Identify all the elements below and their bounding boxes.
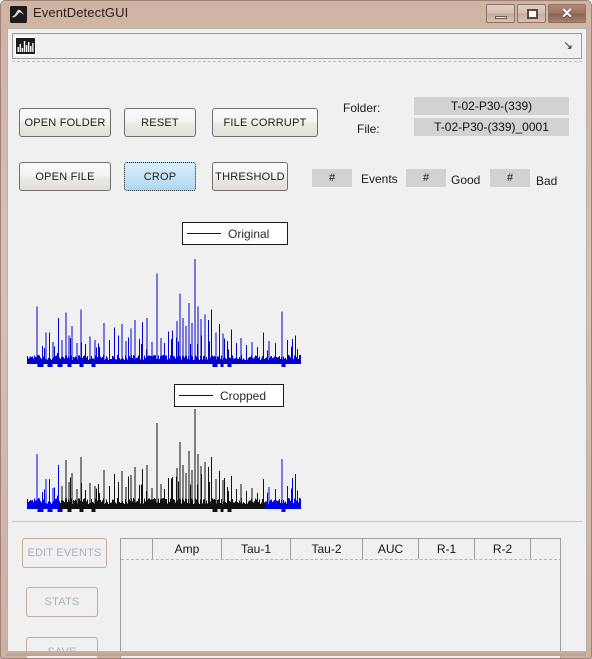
folder-label: Folder: bbox=[343, 101, 381, 115]
folder-value: T-02-P30-(339) bbox=[414, 97, 569, 115]
maximize-icon bbox=[527, 9, 538, 19]
table-column-header-blank[interactable] bbox=[121, 539, 153, 559]
original-legend-label: Original bbox=[228, 226, 270, 241]
table-column-header-tau-1[interactable]: Tau-1 bbox=[222, 539, 291, 559]
good-count-label: Good bbox=[451, 173, 481, 187]
table-header-row: Amp Tau-1 Tau-2 AUC R-1 R-2 bbox=[121, 539, 560, 560]
bad-count-label: Bad bbox=[536, 174, 558, 188]
crop-button[interactable]: CROP bbox=[124, 162, 196, 191]
table-column-header-amp[interactable]: Amp bbox=[153, 539, 222, 559]
original-legend-swatch bbox=[187, 233, 221, 234]
close-button[interactable]: ✕ bbox=[548, 4, 586, 23]
table-body[interactable] bbox=[121, 560, 560, 658]
bad-count-value: # bbox=[490, 169, 530, 187]
file-label: File: bbox=[357, 122, 380, 136]
minimize-button[interactable] bbox=[486, 4, 515, 23]
file-value: T-02-P30-(339)_0001 bbox=[414, 118, 569, 136]
cropped-legend: Cropped bbox=[174, 384, 284, 407]
close-icon: ✕ bbox=[561, 5, 573, 21]
events-table[interactable]: Amp Tau-1 Tau-2 AUC R-1 R-2 bbox=[120, 538, 561, 658]
events-count-label: Events bbox=[361, 172, 398, 186]
stats-button[interactable]: STATS bbox=[26, 587, 98, 617]
toolbar-overflow-icon[interactable]: ↘ bbox=[561, 38, 575, 52]
table-column-header-tau-2[interactable]: Tau-2 bbox=[291, 539, 363, 559]
table-column-header-r-1[interactable]: R-1 bbox=[419, 539, 475, 559]
original-legend: Original bbox=[182, 222, 288, 245]
events-count-value: # bbox=[312, 169, 352, 187]
threshold-button[interactable]: THRESHOLD bbox=[212, 162, 288, 191]
good-count-value: # bbox=[406, 169, 446, 187]
table-column-header-r-2[interactable]: R-2 bbox=[475, 539, 531, 559]
toolbar: ↘ bbox=[12, 33, 582, 59]
title-bar: EventDetectGUI ✕ bbox=[1, 1, 591, 28]
minimize-icon bbox=[495, 16, 507, 19]
histogram-icon[interactable] bbox=[15, 36, 36, 56]
table-column-header-blank[interactable] bbox=[531, 539, 560, 559]
client-area: ↘ OPEN FOLDER RESET FILE CORRUPT Folder:… bbox=[7, 28, 587, 658]
cropped-legend-swatch bbox=[179, 395, 213, 396]
table-column-header-auc[interactable]: AUC bbox=[363, 539, 419, 559]
open-folder-button[interactable]: OPEN FOLDER bbox=[19, 108, 111, 137]
file-corrupt-button[interactable]: FILE CORRUPT bbox=[212, 108, 318, 137]
window-title: EventDetectGUI bbox=[33, 5, 129, 20]
toolbar-separator bbox=[12, 61, 582, 62]
edit-events-button[interactable]: EDIT EVENTS bbox=[22, 538, 107, 568]
application-window: EventDetectGUI ✕ ↘ OPEN FOLDER RESET FIL… bbox=[0, 0, 592, 659]
cropped-legend-label: Cropped bbox=[220, 388, 267, 403]
matlab-logo-icon bbox=[10, 6, 27, 23]
window-bottom-bevel bbox=[6, 651, 586, 656]
maximize-button[interactable] bbox=[517, 4, 546, 23]
reset-button[interactable]: RESET bbox=[124, 108, 196, 137]
section-divider bbox=[12, 521, 582, 522]
open-file-button[interactable]: OPEN FILE bbox=[19, 162, 111, 191]
